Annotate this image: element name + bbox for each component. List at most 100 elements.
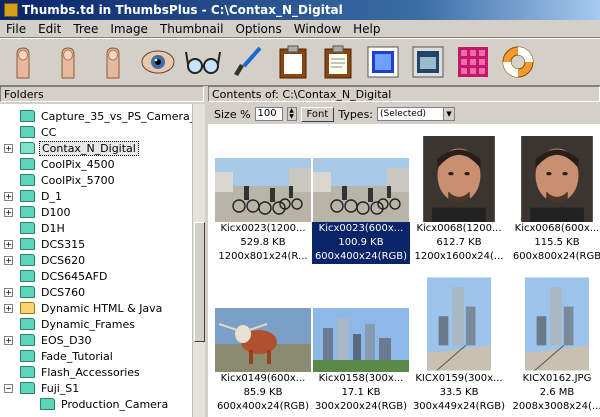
folder-label: DCS315: [41, 237, 86, 251]
thumbnail-image[interactable]: [312, 274, 410, 372]
thumbnail-size: 17.1 KB: [341, 387, 381, 398]
folder-item[interactable]: D100: [20, 204, 72, 220]
expand-toggle-icon[interactable]: +: [4, 288, 13, 297]
thumbnail-name: Kicx0149(600x...: [220, 373, 306, 384]
folder-icon: [20, 190, 35, 202]
menu-tree[interactable]: Tree: [67, 22, 104, 36]
folder-item[interactable]: D_1: [20, 188, 64, 204]
expand-toggle-icon[interactable]: +: [4, 304, 13, 313]
thumbnail[interactable]: Kicx0023(1200... 529.8 KB 1200x801x24(R...: [214, 124, 312, 264]
folder-tree-scrollbar[interactable]: [192, 104, 205, 417]
thumbnail[interactable]: Kicx0068(1200... 612.7 KB 1200x1600x24(...: [410, 124, 508, 264]
types-select-value: (Selected): [380, 109, 427, 119]
folder-item[interactable]: Flash_Accessories: [20, 364, 142, 380]
thumbnail-size: 612.7 KB: [436, 237, 482, 248]
thumbnail-size: 33.5 KB: [439, 387, 479, 398]
types-select[interactable]: (Selected) ▼: [377, 107, 456, 121]
folder-item[interactable]: D1H: [20, 220, 67, 236]
window-title: Thumbs.td in ThumbsPlus - C:\Contax_N_Di…: [22, 3, 343, 17]
folder-icon: [20, 270, 35, 282]
folder-item[interactable]: CoolPix_5700: [20, 172, 117, 188]
folder-label: D_1: [41, 189, 62, 203]
brush-icon[interactable]: [229, 43, 267, 81]
folder-tree[interactable]: Capture_35_vs_PS_Camera_R CC Contax_N_Digi…: [0, 104, 204, 417]
app-icon[interactable]: [4, 3, 18, 17]
thumbnail-size: 115.5 KB: [534, 237, 580, 248]
font-button[interactable]: Font: [300, 106, 335, 122]
folder-icon: [20, 334, 35, 346]
thumbnail-image[interactable]: [508, 124, 600, 222]
thumbnail[interactable]: KICX0162.JPG 2.6 MB 2008x3008x24(...: [508, 274, 600, 414]
size-label: Size %: [214, 107, 251, 121]
folder-label: CoolPix_4500: [41, 157, 115, 171]
folder-icon: [20, 110, 35, 122]
thumbnail-name: Kicx0023(600x...: [312, 222, 410, 236]
folder-item[interactable]: EOS_D30: [20, 332, 94, 348]
folder-item[interactable]: Fade_Tutorial: [20, 348, 115, 364]
menu-thumbnail[interactable]: Thumbnail: [154, 22, 229, 36]
thumbnail[interactable]: Kicx0158(300x... 17.1 KB 300x200x24(RGB): [312, 274, 410, 414]
expand-toggle-icon[interactable]: +: [4, 208, 13, 217]
clipboard-icon[interactable]: [274, 43, 312, 81]
expand-toggle-icon[interactable]: +: [4, 256, 13, 265]
folder-icon: [20, 206, 35, 218]
thumbnail-image[interactable]: [214, 274, 312, 372]
folder-item[interactable]: CoolPix_4500: [20, 156, 117, 172]
lifesaver-icon[interactable]: [499, 43, 537, 81]
folder-item[interactable]: Production_Camera: [40, 396, 170, 412]
menu-help[interactable]: Help: [347, 22, 386, 36]
thumbnail[interactable]: KICX0159(300x... 33.5 KB 300x449x24(RGB): [410, 274, 508, 414]
thumbnail[interactable]: Kicx0068(600x... 115.5 KB 600x800x24(RGB: [508, 124, 600, 264]
contents-header-label: Contents of: C:\Contax_N_Digital: [212, 87, 392, 101]
chevron-down-icon[interactable]: ▼: [443, 108, 455, 120]
clipboard-paste-icon[interactable]: [319, 43, 357, 81]
folder-item[interactable]: Dynamic_Frames: [20, 316, 137, 332]
expand-toggle-icon[interactable]: −: [4, 384, 13, 393]
folder-item[interactable]: Capture_35_vs_PS_Camera_R: [20, 108, 203, 124]
folder-label: Fade_Tutorial: [41, 349, 113, 363]
menu-options[interactable]: Options: [229, 22, 287, 36]
thumbnail-image[interactable]: [312, 124, 410, 222]
thumbnail-image[interactable]: [410, 124, 508, 222]
folder-label: CC: [41, 125, 57, 139]
folder-item[interactable]: DCS620: [20, 252, 87, 268]
menu-image[interactable]: Image: [104, 22, 154, 36]
expand-toggle-icon[interactable]: +: [4, 240, 13, 249]
folder-item[interactable]: Fuji_S1: [20, 380, 81, 396]
thumbnail[interactable]: Kicx0023(600x... 100.9 KB 600x400x24(RGB): [312, 124, 410, 264]
scrollbar-thumb[interactable]: [194, 222, 205, 342]
folder-icon: [20, 286, 35, 298]
thumbnail-image[interactable]: [508, 274, 600, 372]
finger-icon[interactable]: [94, 43, 132, 81]
folder-item[interactable]: DCS315: [20, 236, 87, 252]
expand-toggle-icon[interactable]: +: [4, 192, 13, 201]
thumbnail[interactable]: Kicx0149(600x... 85.9 KB 600x400x24(RGB): [214, 274, 312, 414]
glasses-icon[interactable]: [184, 43, 222, 81]
finger-icon[interactable]: [4, 43, 42, 81]
thumbnail-name: KICX0159(300x...: [415, 373, 503, 384]
menu-file[interactable]: File: [0, 22, 32, 36]
thumbnail-size: 85.9 KB: [243, 387, 283, 398]
expand-toggle-icon[interactable]: +: [4, 144, 13, 153]
finger-icon[interactable]: [49, 43, 87, 81]
grid-icon[interactable]: [454, 43, 492, 81]
folder-item[interactable]: DCS645AFD: [20, 268, 109, 284]
folder-item[interactable]: Contax_N_Digital: [20, 140, 139, 156]
types-label: Types:: [338, 107, 374, 121]
folder-item[interactable]: CC: [20, 124, 58, 140]
thumbnail-image[interactable]: [410, 274, 508, 372]
title-bar: Thumbs.td in ThumbsPlus - C:\Contax_N_Di…: [0, 0, 600, 20]
expand-toggle-icon[interactable]: +: [4, 336, 13, 345]
monitor-photo-icon[interactable]: [409, 43, 447, 81]
thumbnail-grid[interactable]: Kicx0023(1200... 529.8 KB 1200x801x24(R...…: [208, 124, 600, 417]
folder-label: Contax_N_Digital: [39, 140, 139, 156]
folder-item[interactable]: DCS760: [20, 284, 87, 300]
folder-item[interactable]: Dynamic HTML & Java: [20, 300, 164, 316]
size-spinner-button[interactable]: ▲ ▼: [286, 107, 297, 121]
thumbnail-image[interactable]: [214, 124, 312, 222]
eye-icon[interactable]: [139, 43, 177, 81]
size-percent-input[interactable]: 100: [254, 107, 283, 121]
menu-window[interactable]: Window: [288, 22, 347, 36]
monitor-icon[interactable]: [364, 43, 402, 81]
menu-edit[interactable]: Edit: [32, 22, 67, 36]
